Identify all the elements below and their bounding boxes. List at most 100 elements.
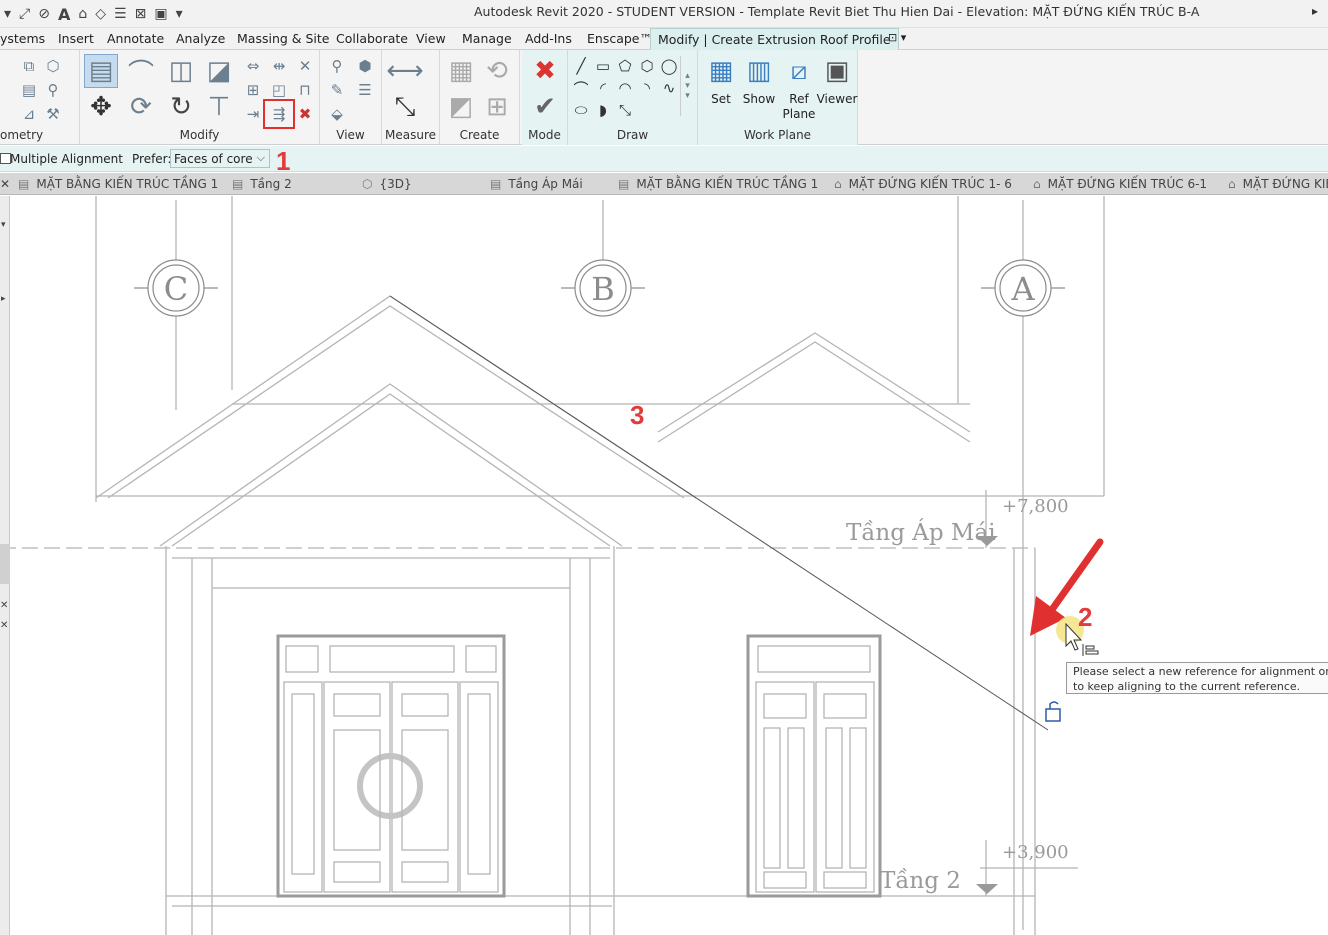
view-tab-tang-ap-mai[interactable]: ▤ Tầng Áp Mái <box>490 177 583 191</box>
tab-insert[interactable]: Insert <box>58 31 94 46</box>
floor-plan-icon: ▤ <box>18 177 30 191</box>
set-work-plane-icon[interactable]: ▦ <box>704 54 738 88</box>
tab-analyze[interactable]: Analyze <box>176 31 225 46</box>
trim-extend-multiple-icon[interactable]: ⇶ <box>263 99 295 129</box>
demolish-icon[interactable]: ⚒ <box>42 104 64 124</box>
tangent-arc-icon[interactable]: ◠ <box>614 78 636 98</box>
line-icon[interactable]: ╱ <box>570 56 592 76</box>
close-hidden-windows-icon[interactable]: ⊠ <box>135 6 147 22</box>
move-icon[interactable]: ✥ <box>84 90 118 124</box>
delete-icon[interactable]: ✖ <box>294 104 316 124</box>
panel-label-geometry: ometry <box>0 128 44 142</box>
cancel-edit-mode-icon[interactable]: ✖ <box>528 54 562 88</box>
center-end-arc-icon[interactable]: ◜ <box>592 78 614 98</box>
sync-icon[interactable]: ◇ <box>95 6 106 22</box>
default-3d-view-icon[interactable]: ⌂ <box>78 6 87 22</box>
create-assembly-icon[interactable]: ◩ <box>444 90 478 124</box>
restore-icon[interactable]: ▸ <box>1312 4 1318 18</box>
draw-gallery-scroll[interactable]: ▴ ▾ ▾ <box>680 56 694 116</box>
rotate-icon[interactable]: ↻ <box>164 90 198 124</box>
tab-add-ins[interactable]: Add-Ins <box>525 31 572 46</box>
pick-lines-icon[interactable]: ⤡ <box>614 100 636 120</box>
mirror-draw-axis-icon[interactable]: ◪ <box>202 54 236 88</box>
collapse-icon[interactable]: ▾ <box>1 220 6 230</box>
view-tabs-close-icon[interactable]: ✕ <box>0 177 10 191</box>
prefer-select-value: Faces of core <box>174 152 253 166</box>
inscribed-polygon-icon[interactable]: ⬠ <box>614 56 636 76</box>
copy-icon[interactable]: ⟳ <box>124 90 158 124</box>
measure-between-refs-icon[interactable]: ⟷ <box>386 54 423 88</box>
prefer-select[interactable]: Faces of core ⌵ <box>170 149 270 168</box>
select-view-icon[interactable]: ⬙ <box>326 104 348 124</box>
chevron-down-icon: ⌵ <box>256 151 265 164</box>
fillet-arc-icon[interactable]: ◝ <box>636 78 658 98</box>
tab-view[interactable]: View <box>416 31 446 46</box>
close-icon[interactable]: ✕ <box>0 620 8 631</box>
collapse-icon[interactable]: ▸ <box>1 294 6 304</box>
create-group-icon[interactable]: ⟲ <box>480 54 514 88</box>
trim-extend-corner-icon[interactable]: ⊤ <box>202 90 236 124</box>
create-similar-icon[interactable]: ⊞ <box>480 90 514 124</box>
partial-ellipse-icon[interactable]: ◗ <box>592 100 614 120</box>
paint-icon[interactable]: ⚲ <box>42 80 64 100</box>
tab-collaborate[interactable]: Collaborate <box>336 31 408 46</box>
tab-enscape[interactable]: Enscape™ <box>587 31 652 46</box>
view-tab-elevation-b-a[interactable]: ⌂ MẶT ĐỨNG KIẾN <box>1228 177 1328 191</box>
dimension-icon[interactable]: ⊘ <box>38 6 50 22</box>
step-3-label: 3 <box>630 400 645 430</box>
pin-icon[interactable]: ✕ <box>294 56 316 76</box>
thin-lines-icon[interactable]: ☰ <box>114 6 127 22</box>
close-icon[interactable]: ✕ <box>0 600 8 611</box>
split-with-gap-icon[interactable]: ⇹ <box>268 56 290 76</box>
mirror-pick-axis-icon[interactable]: ◫ <box>164 54 198 88</box>
join-geometry-icon[interactable]: ⬡ <box>42 56 64 76</box>
panel-work-plane: ▦ Set ▥ Show ⧄ Ref Plane ▣ Viewer Work P… <box>698 50 858 145</box>
circumscribed-polygon-icon[interactable]: ⬡ <box>636 56 658 76</box>
unpin-icon[interactable]: ⊓ <box>294 80 316 100</box>
view-tab-elevation-6-1[interactable]: ⌂ MẶT ĐỨNG KIẾN TRÚC 6-1 <box>1033 177 1207 191</box>
circle-icon[interactable]: ◯ <box>658 56 680 76</box>
ref-plane-icon[interactable]: ⧄ <box>782 54 816 88</box>
view-tab-elevation-1-6[interactable]: ⌂ MẶT ĐỨNG KIẾN TRÚC 1- 6 <box>834 177 1012 191</box>
override-graphics-icon[interactable]: ⚲ <box>326 56 348 76</box>
aligned-dimension-icon[interactable]: ⤡ <box>388 90 422 124</box>
show-work-plane-icon[interactable]: ▥ <box>742 54 776 88</box>
ellipse-icon[interactable]: ⬭ <box>570 100 592 120</box>
finish-edit-mode-icon[interactable]: ✔ <box>528 90 562 124</box>
dropdown-icon[interactable]: ▾ <box>4 6 11 22</box>
drawing-canvas[interactable]: C B A +7,800 Tầng Áp Mái +3,900 Tầng 2 P… <box>0 196 1328 935</box>
start-end-arc-icon[interactable]: ⌒ <box>570 78 592 98</box>
view-tab-tang-2[interactable]: ▤ Tầng 2 <box>232 177 292 191</box>
view-graphics-icon[interactable]: ☰ <box>354 80 376 100</box>
tab-systems[interactable]: ystems <box>0 31 45 46</box>
text-icon[interactable]: A <box>58 5 70 24</box>
panel-options-icon[interactable]: ⊡ ▾ <box>888 31 906 44</box>
create-parts-icon[interactable]: ▦ <box>444 54 478 88</box>
spline-icon[interactable]: ∿ <box>658 78 680 98</box>
split-face-icon[interactable]: ▤ <box>18 80 40 100</box>
wall-joins-icon[interactable]: ⊿ <box>18 104 40 124</box>
customize-qat-icon[interactable]: ▾ <box>176 6 183 22</box>
tab-manage[interactable]: Manage <box>462 31 512 46</box>
tab-annotate[interactable]: Annotate <box>107 31 164 46</box>
rectangle-icon[interactable]: ▭ <box>592 56 614 76</box>
measure-icon[interactable]: ⤢ <box>19 6 30 22</box>
view-tab-floor-plan-1-b[interactable]: ▤ MẶT BẰNG KIẾN TRÚC TẦNG 1 <box>618 177 818 191</box>
array-icon[interactable]: ⊞ <box>242 80 264 100</box>
trim-extend-single-icon[interactable]: ⇥ <box>242 104 264 124</box>
scrollbar-thumb[interactable] <box>0 544 10 584</box>
view-tab-3d[interactable]: ⬡ {3D} <box>362 177 412 191</box>
viewer-icon[interactable]: ▣ <box>820 54 854 88</box>
view-tab-floor-plan-1[interactable]: ▤ MẶT BẰNG KIẾN TRÚC TẦNG 1 <box>18 177 218 191</box>
scale-icon[interactable]: ◰ <box>268 80 290 100</box>
switch-windows-icon[interactable]: ▣ <box>154 6 167 22</box>
tab-massing-site[interactable]: Massing & Site <box>237 31 330 46</box>
align-icon[interactable]: ▤ <box>84 54 118 88</box>
cut-geometry-icon[interactable]: ⧉ <box>18 56 40 76</box>
hide-icon[interactable]: ⬢ <box>354 56 376 76</box>
linework-icon[interactable]: ✎ <box>326 80 348 100</box>
offset-icon[interactable]: ⌒ <box>124 54 158 89</box>
tab-modify-create-extrusion-roof-profile[interactable]: Modify | Create Extrusion Roof Profile <box>650 28 899 51</box>
lock-icon[interactable] <box>1045 701 1061 722</box>
split-element-icon[interactable]: ⇔ <box>242 56 264 76</box>
